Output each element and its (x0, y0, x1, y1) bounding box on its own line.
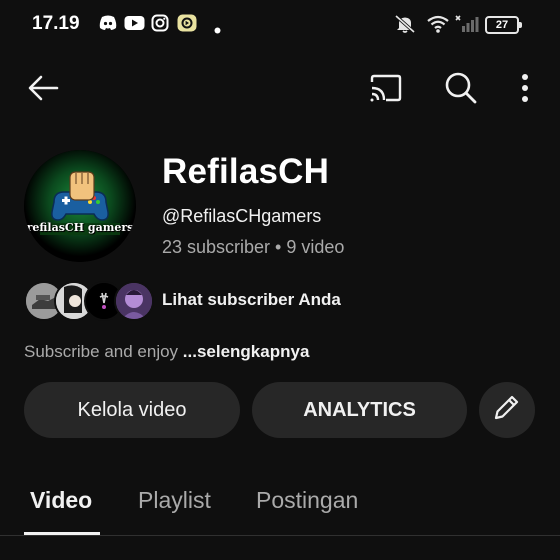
pencil-icon (492, 392, 522, 428)
youtube-icon (124, 14, 145, 37)
manage-videos-button[interactable]: Kelola video (24, 382, 240, 438)
channel-description[interactable]: Subscribe and enjoy ...selengkapnya (24, 342, 309, 362)
discord-icon (98, 14, 118, 37)
more-vert-icon[interactable] (514, 70, 536, 106)
channel-name: RefilasCH (162, 152, 330, 191)
signal-icon (453, 14, 479, 39)
tab-posts[interactable]: Postingan (256, 487, 358, 514)
dot-icon (214, 21, 221, 39)
channel-stats: 23 subscriber • 9 video (162, 237, 345, 257)
battery-icon: 27 (485, 16, 522, 34)
subscriber-avatars[interactable] (24, 281, 154, 321)
app-icon (177, 14, 197, 37)
back-arrow-icon[interactable] (24, 70, 62, 106)
tabs-divider (0, 535, 560, 536)
status-time: 17.19 (32, 13, 80, 34)
analytics-button[interactable]: ANALYTICS (252, 382, 467, 438)
channel-handle: @RefilasCHgamers (162, 206, 322, 226)
instagram-icon (151, 14, 169, 37)
description-text: Subscribe and enjoy (24, 342, 179, 361)
more-link[interactable]: ...selengkapnya (183, 342, 310, 361)
manage-videos-label: Kelola video (77, 398, 187, 421)
mute-icon (393, 14, 417, 39)
cast-icon[interactable] (366, 70, 406, 106)
channel-avatar[interactable]: refilasCH gamers (24, 150, 136, 262)
avatar-text: refilasCH gamers (26, 221, 134, 234)
analytics-label: ANALYTICS (303, 398, 416, 421)
search-icon[interactable] (442, 70, 480, 106)
tab-playlist[interactable]: Playlist (138, 487, 211, 514)
tab-video[interactable]: Video (30, 487, 92, 514)
view-subscribers-link[interactable]: Lihat subscriber Anda (162, 290, 341, 310)
wifi-icon (426, 14, 450, 39)
subscriber-avatar (114, 281, 154, 321)
edit-channel-button[interactable] (479, 382, 535, 438)
